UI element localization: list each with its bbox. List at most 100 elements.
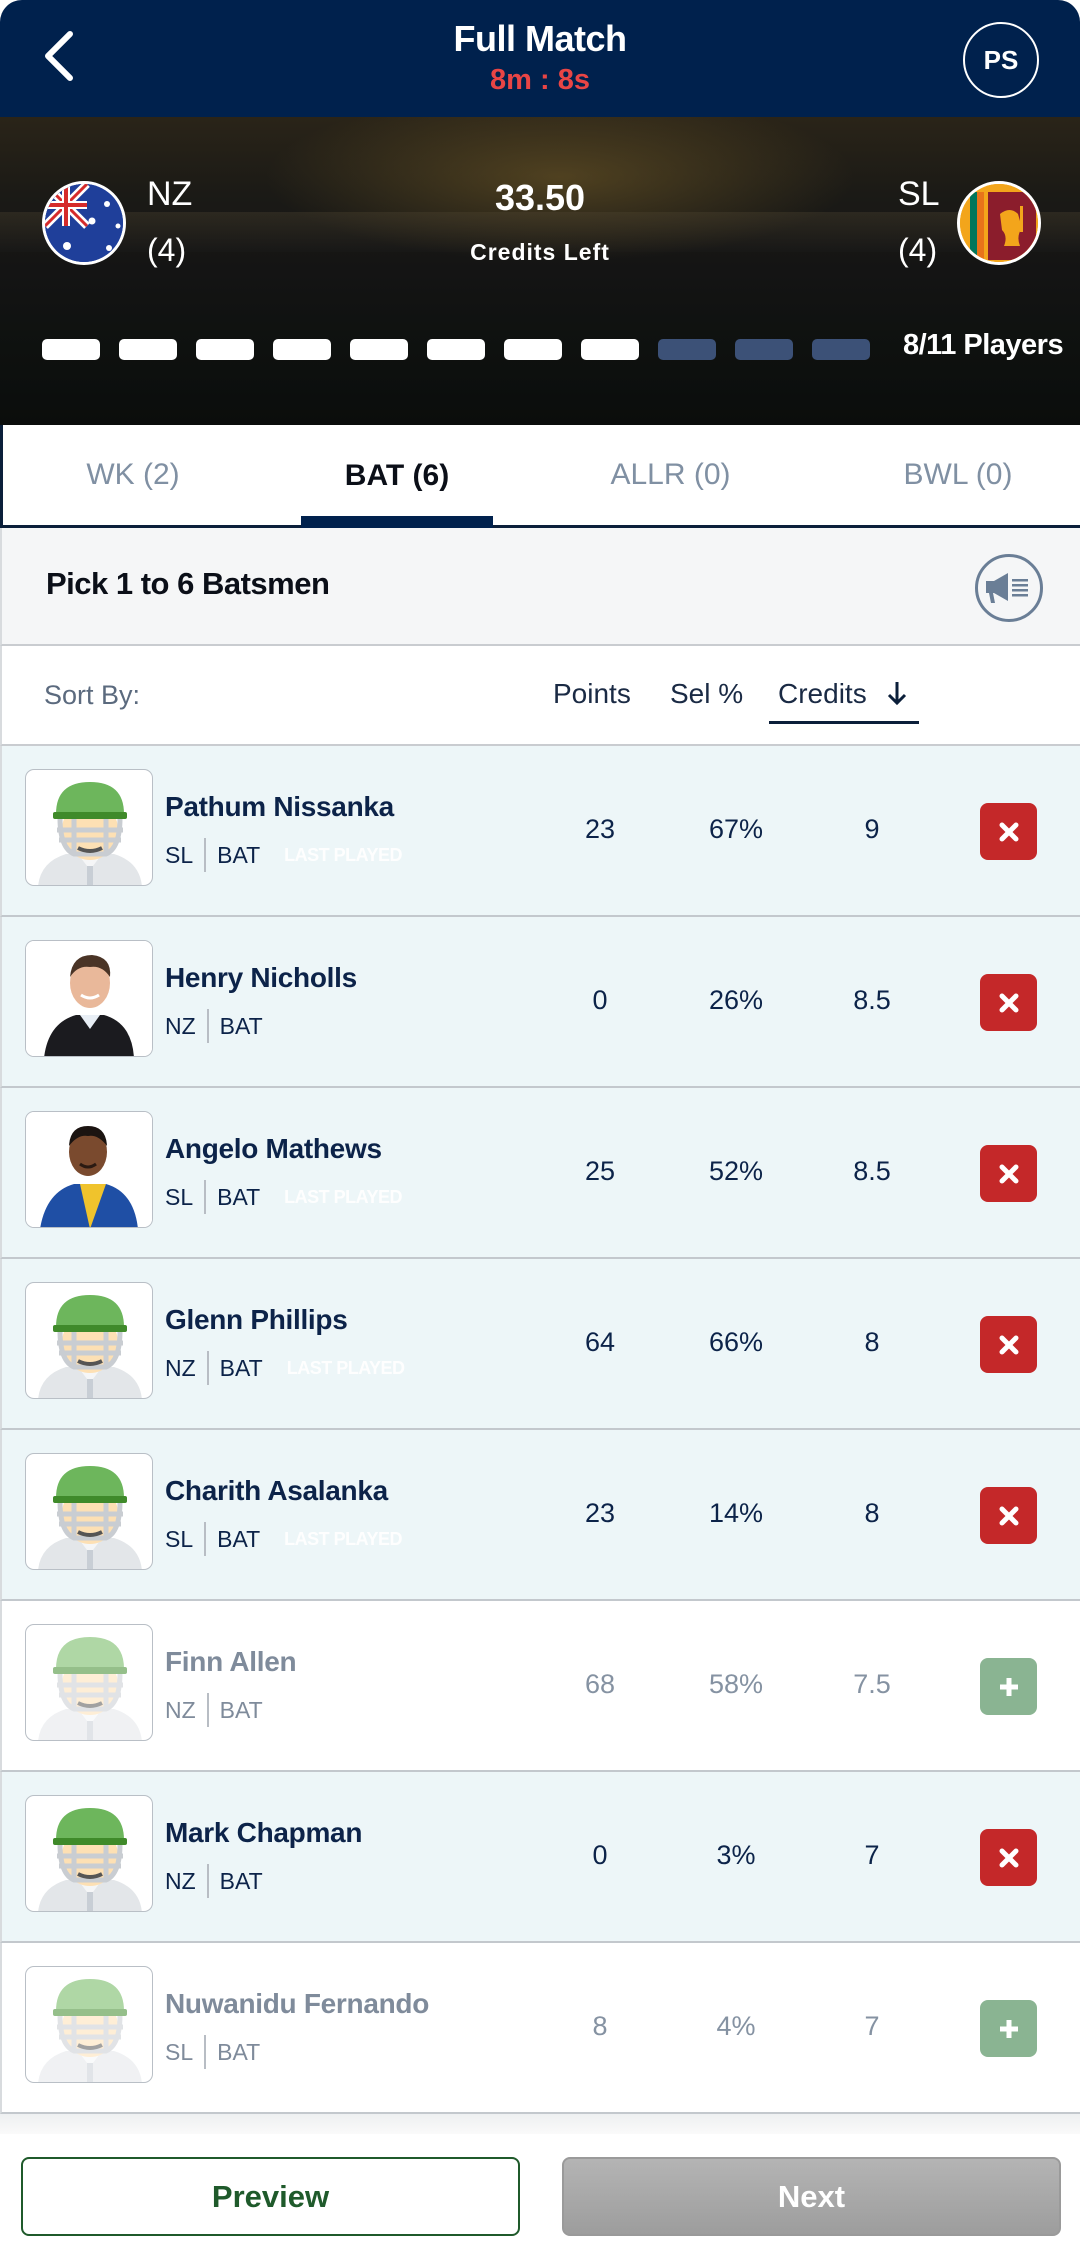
meta-divider [204,838,207,872]
meta-divider [204,1522,207,1556]
tab-allr[interactable]: ALLR (0) [573,425,768,525]
tab-bat[interactable]: BAT (6) [301,425,493,525]
meta-divider [206,1864,209,1898]
sort-sel-percent[interactable]: Sel % [670,678,743,710]
player-credits: 8 [864,1327,880,1357]
player-selection-percent: 14% [708,1498,764,1528]
player-row[interactable]: Glenn Phillips NZ BAT LAST PLAYED 64 66%… [0,1259,1080,1430]
profile-avatar-button[interactable]: PS [963,22,1039,98]
top-header: Full Match 8m : 8s PS [0,0,1080,117]
player-points: 68 [584,1669,616,1699]
megaphone-icon [986,573,1028,603]
last-played-badge: LAST PLAYED [286,1357,405,1378]
player-role: BAT [219,1867,263,1894]
player-role: BAT [217,2038,261,2065]
player-selection-percent: 58% [708,1669,764,1699]
meta-divider [204,1180,207,1214]
player-meta: SL BAT LAST PLAYED [165,838,403,872]
next-button[interactable]: Next [562,2157,1061,2236]
meta-divider [206,1351,209,1385]
player-avatar [25,1453,153,1570]
player-role: BAT [217,841,261,868]
filled-slot [350,339,408,360]
player-team: NZ [165,1696,196,1723]
role-tabs: WK (2) BAT (6) ALLR (0) BWL (0) [0,425,1080,528]
player-team: NZ [165,1012,196,1039]
player-name: Pathum Nissanka [165,791,394,822]
page-title: Full Match [453,18,628,59]
selection-info-bar: Pick 1 to 6 Batsmen [0,528,1080,646]
bottom-bar: Preview Next [0,2134,1080,2256]
player-selection-percent: 3% [716,1840,756,1870]
arrow-down-icon [888,682,907,706]
remove-player-button[interactable] [980,1487,1037,1544]
player-selection-percent: 26% [708,985,764,1015]
player-points: 25 [584,1156,616,1186]
filled-slot [196,339,254,360]
sort-credits[interactable]: Credits [778,678,910,710]
list-fade [0,2114,1080,2134]
last-played-badge: LAST PLAYED [284,1528,403,1549]
tab-bwl[interactable]: BWL (0) [863,425,1053,525]
player-meta: NZ BAT [165,1864,287,1898]
plus-icon [999,2019,1018,2038]
preview-button[interactable]: Preview [21,2157,520,2236]
team-right-count: (4) [898,232,938,268]
pick-instruction: Pick 1 to 6 Batsmen [46,566,330,601]
player-meta: NZ BAT LAST PLAYED [165,1351,405,1385]
team-summary-banner: NZ (4) 33.50 Credits Left SL (4) 8/11 Pl… [0,117,1080,425]
filled-slot [273,339,331,360]
player-name: Nuwanidu Fernando [165,1988,430,2019]
player-photo [26,941,152,1056]
player-credits: 7 [864,1840,880,1870]
player-role: BAT [219,1012,263,1039]
empty-slot [735,339,793,360]
player-credits: 8 [864,1498,880,1528]
player-selection-percent: 67% [708,814,764,844]
player-row[interactable]: Henry Nicholls NZ BAT 0 26% 8.5 [0,917,1080,1088]
player-role: BAT [217,1525,261,1552]
player-points: 23 [584,1498,616,1528]
remove-player-button[interactable] [980,803,1037,860]
player-placeholder-icon [38,782,142,885]
meta-divider [204,2035,207,2069]
player-team: SL [165,2038,194,2065]
player-credits: 8.5 [853,1156,891,1186]
player-placeholder-icon [38,1808,142,1911]
player-points: 23 [584,814,616,844]
announcement-button[interactable] [975,554,1043,622]
sort-bar: Sort By: Points Sel % Credits [0,646,1080,746]
add-player-button[interactable] [980,2000,1037,2057]
player-row[interactable]: Pathum Nissanka SL BAT LAST PLAYED 23 67… [0,746,1080,917]
player-points: 64 [584,1327,616,1357]
add-player-button[interactable] [980,1658,1037,1715]
player-photo [26,1112,152,1227]
player-name: Mark Chapman [165,1817,363,1848]
filled-slot [504,339,562,360]
player-row[interactable]: Angelo Mathews SL BAT LAST PLAYED 25 52%… [0,1088,1080,1259]
remove-player-button[interactable] [980,1145,1037,1202]
countdown-timer: 8m : 8s [490,64,590,96]
sri-lanka-flag-icon [957,181,1041,265]
filled-slot [427,339,485,360]
player-name: Charith Asalanka [165,1475,388,1506]
close-icon [999,1506,1018,1525]
remove-player-button[interactable] [980,974,1037,1031]
player-team: SL [165,1525,194,1552]
player-row[interactable]: Mark Chapman NZ BAT 0 3% 7 [0,1772,1080,1943]
sort-points[interactable]: Points [553,678,631,710]
player-role: BAT [217,1183,261,1210]
filled-slot [42,339,100,360]
player-points: 8 [592,2011,608,2041]
player-team: SL [165,1183,194,1210]
player-slots-progress [42,339,870,360]
last-played-badge: LAST PLAYED [284,1186,403,1207]
player-row[interactable]: Nuwanidu Fernando SL BAT 8 4% 7 [0,1943,1080,2114]
player-selection-percent: 52% [708,1156,764,1186]
player-row[interactable]: Finn Allen NZ BAT 68 58% 7.5 [0,1601,1080,1772]
close-icon [999,1335,1018,1354]
player-row[interactable]: Charith Asalanka SL BAT LAST PLAYED 23 1… [0,1430,1080,1601]
remove-player-button[interactable] [980,1829,1037,1886]
tab-wk[interactable]: WK (2) [43,425,223,525]
remove-player-button[interactable] [980,1316,1037,1373]
